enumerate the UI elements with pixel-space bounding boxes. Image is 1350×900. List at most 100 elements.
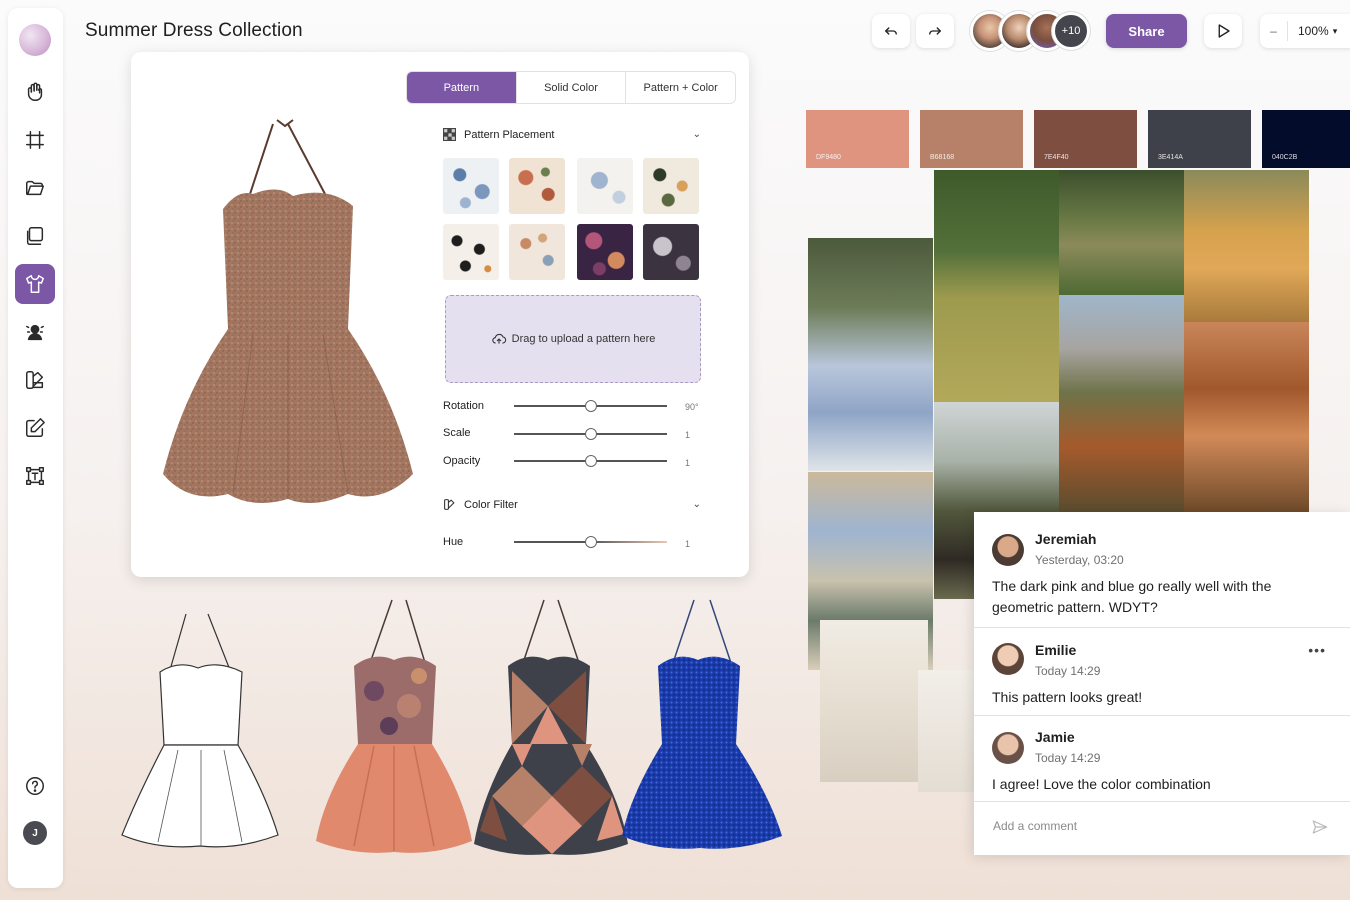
comment-time: Yesterday, 03:20 xyxy=(1035,553,1124,567)
comment-item: Jeremiah Yesterday, 03:20 The dark pink … xyxy=(974,512,1350,628)
pattern-swatch[interactable] xyxy=(577,158,633,214)
share-button[interactable]: Share xyxy=(1106,14,1187,48)
palette-swatch[interactable]: B68168 xyxy=(920,110,1023,168)
layers-icon xyxy=(26,227,44,245)
pattern-swatch[interactable] xyxy=(577,224,633,280)
pattern-swatch[interactable] xyxy=(443,224,499,280)
comment-text: The dark pink and blue go really well wi… xyxy=(992,578,1272,615)
palette-icon xyxy=(26,371,44,389)
pattern-swatch[interactable] xyxy=(509,224,565,280)
text-frame-tool-button[interactable] xyxy=(15,456,55,496)
pattern-swatch[interactable] xyxy=(643,158,699,214)
opacity-value: 1 xyxy=(685,458,691,468)
dress-variant-sequin xyxy=(622,599,782,849)
color-filter-header[interactable]: Color Filter ⌄ xyxy=(443,498,701,511)
comment-author: Jamie xyxy=(1035,729,1075,745)
chevron-down-icon: ▾ xyxy=(1332,25,1338,36)
upload-label: Drag to upload a pattern here xyxy=(511,333,656,345)
avatar-scene-icon xyxy=(26,324,44,341)
slider-thumb[interactable] xyxy=(584,400,597,412)
pattern-grid-icon xyxy=(443,128,456,141)
palette-swatch-label: DF9480 xyxy=(816,154,841,161)
help-button[interactable] xyxy=(15,766,55,806)
hand-tool-button[interactable] xyxy=(15,72,55,112)
rotation-label: Rotation xyxy=(443,400,484,412)
undo-button[interactable] xyxy=(872,14,910,48)
redo-button[interactable] xyxy=(916,14,954,48)
left-toolbar: J xyxy=(8,8,63,888)
palette-swatch-label: 040C2B xyxy=(1272,154,1298,161)
pattern-upload-dropzone[interactable]: Drag to upload a pattern here xyxy=(445,295,701,383)
garment-icon xyxy=(26,275,44,293)
palette-swatch[interactable]: 3E414A xyxy=(1148,110,1251,168)
moodboard-image-drape[interactable] xyxy=(820,620,928,782)
cloud-upload-icon xyxy=(491,333,506,344)
comment-text: This pattern looks great! xyxy=(992,689,1143,705)
commenter-avatar xyxy=(992,732,1024,764)
zoom-control[interactable]: – 100% ▾ xyxy=(1260,14,1350,48)
palette-swatch-label: 3E414A xyxy=(1158,154,1183,161)
rotation-value: 90° xyxy=(685,402,699,412)
send-icon[interactable] xyxy=(1311,818,1329,836)
workspace-avatar[interactable] xyxy=(19,24,51,56)
color-filter-label: Color Filter xyxy=(464,498,518,511)
pattern-placement-header[interactable]: Pattern Placement ⌄ xyxy=(443,128,701,141)
comment-text: I agree! Love the color combination xyxy=(992,776,1211,792)
tab-solid-color[interactable]: Solid Color xyxy=(517,72,627,103)
hue-slider[interactable] xyxy=(514,536,667,548)
hue-value: 1 xyxy=(685,539,691,549)
palette-swatch[interactable]: 7E4F40 xyxy=(1034,110,1137,168)
moodboard-image-meadow-dress[interactable] xyxy=(808,238,933,471)
slider-thumb[interactable] xyxy=(584,428,597,440)
moodboard-image-fabric[interactable] xyxy=(918,670,974,792)
slider-thumb[interactable] xyxy=(584,536,597,548)
zoom-out-button[interactable]: – xyxy=(1260,21,1288,41)
commenter-avatar xyxy=(992,534,1024,566)
play-icon xyxy=(1218,24,1230,38)
opacity-slider[interactable] xyxy=(514,455,667,467)
user-avatar[interactable]: J xyxy=(23,821,47,845)
zoom-level: 100% xyxy=(1298,24,1329,38)
folder-icon xyxy=(26,180,44,196)
page-title: Summer Dress Collection xyxy=(85,20,303,41)
moodboard-image-cottage[interactable] xyxy=(1059,170,1184,295)
avatar-scene-tool-button[interactable] xyxy=(15,312,55,352)
moodboard-image-poppies[interactable] xyxy=(1059,295,1184,512)
comment-time: Today 14:29 xyxy=(1035,664,1101,678)
comment-item: Jamie Today 14:29 I agree! Love the colo… xyxy=(974,716,1350,802)
garment-tool-button[interactable] xyxy=(15,264,55,304)
palette-swatch[interactable]: 040C2B xyxy=(1262,110,1350,168)
text-frame-icon xyxy=(26,467,44,485)
palette-tool-button[interactable] xyxy=(15,360,55,400)
collaborators-count-badge: +10 xyxy=(1052,12,1090,50)
comment-author: Jeremiah xyxy=(1035,531,1097,547)
tab-pattern-color[interactable]: Pattern + Color xyxy=(626,72,735,103)
pattern-swatch[interactable] xyxy=(443,158,499,214)
pattern-swatch[interactable] xyxy=(509,158,565,214)
hand-icon xyxy=(27,82,43,101)
palette-swatch-label: B68168 xyxy=(930,154,955,161)
palette-icon xyxy=(444,499,455,510)
tab-pattern[interactable]: Pattern xyxy=(407,72,517,103)
moodboard-image-basket[interactable] xyxy=(1184,170,1309,322)
redo-icon xyxy=(929,27,941,35)
moodboard-image-field[interactable] xyxy=(934,170,1059,402)
pattern-swatch[interactable] xyxy=(643,224,699,280)
layers-tool-button[interactable] xyxy=(15,216,55,256)
rotation-slider[interactable] xyxy=(514,400,667,412)
more-options-icon[interactable]: ••• xyxy=(1308,642,1326,658)
dress-variant-geometric xyxy=(474,599,628,855)
folder-tool-button[interactable] xyxy=(15,168,55,208)
moodboard-image-still-life[interactable] xyxy=(1184,322,1309,512)
comment-input[interactable]: Add a comment xyxy=(993,819,1077,833)
scale-slider[interactable] xyxy=(514,428,667,440)
collaborators[interactable]: +10 xyxy=(970,11,1090,51)
edit-tool-button[interactable] xyxy=(15,408,55,448)
play-button[interactable] xyxy=(1204,14,1242,48)
frame-tool-button[interactable] xyxy=(15,120,55,160)
fill-mode-tabs: Pattern Solid Color Pattern + Color xyxy=(406,71,736,104)
comments-panel: Jeremiah Yesterday, 03:20 The dark pink … xyxy=(974,512,1350,855)
commenter-avatar xyxy=(992,643,1024,675)
palette-swatch[interactable]: DF9480 xyxy=(806,110,909,168)
slider-thumb[interactable] xyxy=(584,455,597,467)
